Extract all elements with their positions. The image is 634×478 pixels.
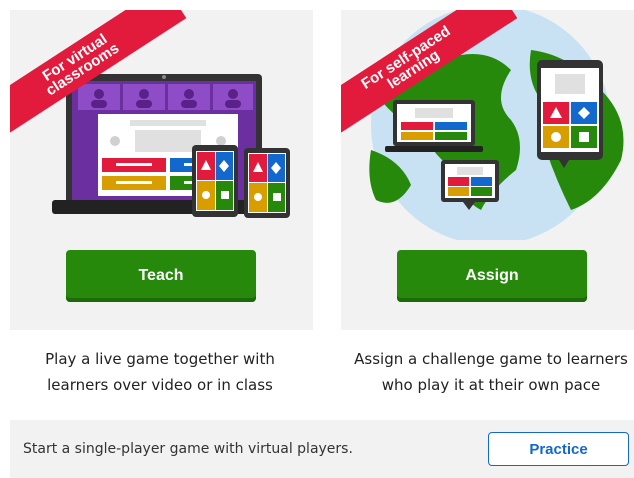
teach-card: For virtual classrooms Teach <box>10 10 313 330</box>
assign-card: For self-paced learning Assign <box>341 10 634 330</box>
phone-device <box>192 145 238 217</box>
assign-description-line2: who play it at their own pace <box>381 376 601 394</box>
teach-description-line1: Play a live game together with <box>45 350 275 368</box>
practice-button[interactable]: Practice <box>488 432 629 466</box>
self-paced-learning-illustration <box>369 10 624 240</box>
assign-button[interactable]: Assign <box>397 250 587 302</box>
teach-description-line2: learners over video or in class <box>47 376 273 394</box>
assign-description-line1: Assign a challenge game to learners <box>354 350 628 368</box>
teach-description: Play a live game together with learners … <box>0 346 320 398</box>
assign-description: Assign a challenge game to learners who … <box>331 346 634 398</box>
phone-device <box>244 148 290 218</box>
practice-description: Start a single-player game with virtual … <box>23 441 353 457</box>
tablet-device <box>537 60 603 168</box>
laptop-device <box>385 100 483 152</box>
virtual-classroom-illustration <box>52 74 290 218</box>
teach-button[interactable]: Teach <box>66 250 256 302</box>
practice-section: Start a single-player game with virtual … <box>10 420 634 478</box>
